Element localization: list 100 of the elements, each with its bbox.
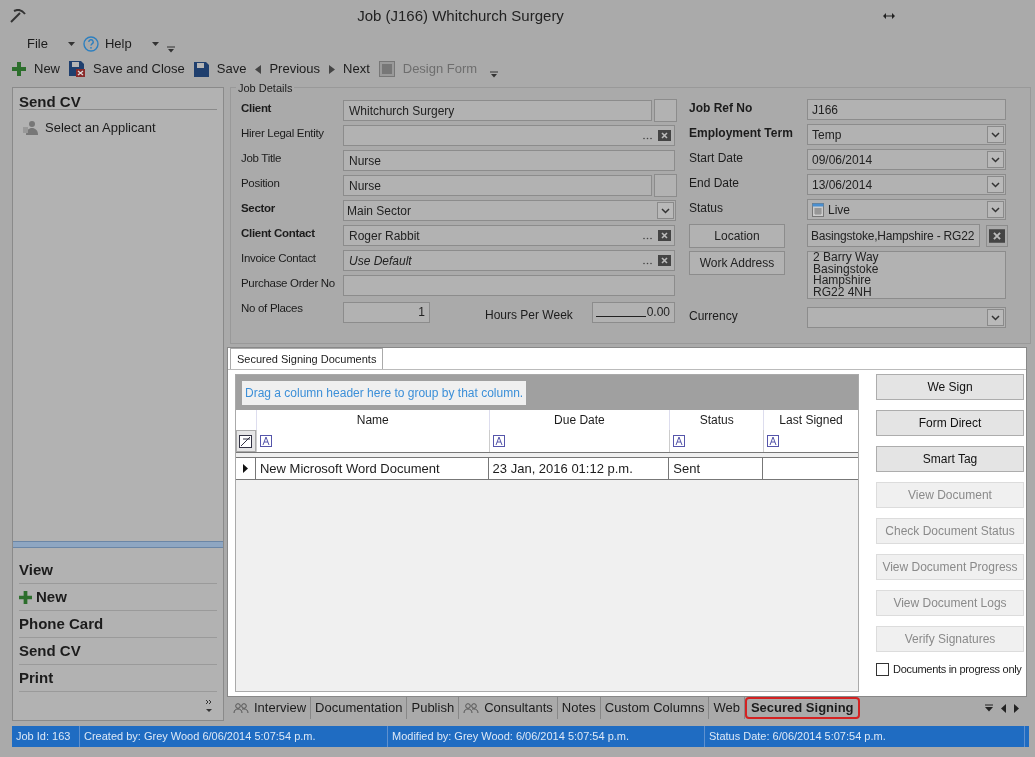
ellipsis-icon[interactable] [643, 261, 652, 265]
overflow-icon[interactable] [985, 704, 993, 712]
clear-icon[interactable] [658, 255, 671, 266]
chevron-down-icon [991, 131, 1000, 138]
lookup-field[interactable]: Roger Rabbit [343, 225, 675, 246]
toolbar-button[interactable]: Previous [255, 59, 320, 79]
save-close-icon [69, 61, 85, 77]
bottom-tab[interactable]: Custom Columns [600, 697, 710, 719]
plus-icon [12, 62, 26, 76]
action-button[interactable]: Smart Tag [876, 446, 1024, 472]
dropdown-field[interactable]: Temp [807, 124, 1006, 145]
panel-section[interactable]: View [19, 557, 217, 584]
bottom-tab[interactable]: Secured Signing [744, 697, 860, 719]
dropdown-field[interactable]: 13/06/2014 [807, 174, 1006, 195]
dropdown-button[interactable] [657, 202, 674, 219]
chevron-down-icon [991, 156, 1000, 163]
right-arrow-icon[interactable] [1014, 703, 1019, 713]
status-text: Job Id: 163 [12, 726, 80, 747]
window-title: Job (J166) Whitchurch Surgery [356, 5, 565, 26]
clear-icon[interactable] [989, 228, 1005, 243]
overflow-icon[interactable] [490, 70, 499, 78]
clear-icon[interactable] [658, 130, 671, 141]
panel-section[interactable]: Print [19, 665, 217, 692]
ellipsis-icon[interactable] [643, 136, 652, 140]
filter-icon[interactable] [492, 435, 505, 447]
text-field[interactable]: Whitchurch Surgery [343, 100, 652, 121]
filter-icon[interactable] [673, 435, 686, 447]
field-label: Position [241, 176, 281, 191]
field-label: Employment Term [689, 125, 794, 142]
caret-icon [151, 42, 159, 46]
action-button[interactable]: Form Direct [876, 410, 1024, 436]
toolbar-button[interactable]: Save [193, 59, 247, 79]
panel-section[interactable]: Send CV [19, 638, 217, 665]
field-label: Hirer Legal Entity [241, 126, 325, 141]
text-field[interactable]: J166 [807, 99, 1006, 120]
bottom-tab[interactable]: Notes [557, 697, 601, 719]
text-field[interactable]: Nurse [343, 175, 652, 196]
dropdown-field[interactable] [807, 307, 1006, 328]
field-label: Job Ref No [689, 100, 754, 117]
dropdown-field[interactable]: Live [807, 199, 1006, 220]
panel-tab[interactable]: Secured Signing Documents [230, 348, 384, 369]
lookup-field[interactable]: Use Default [343, 250, 675, 271]
people-icon [463, 702, 480, 714]
menu-item[interactable]: File [27, 34, 48, 54]
filter-icon[interactable] [259, 435, 272, 447]
field-label: Hours Per Week [485, 307, 574, 324]
text-field[interactable]: Basingstoke,Hampshire - RG22 [807, 224, 980, 247]
table-cell: New Microsoft Word Document [255, 458, 489, 479]
bottom-tab[interactable]: Web [709, 697, 745, 719]
bottom-tab[interactable]: Documentation [311, 697, 408, 719]
dropdown-button[interactable] [987, 309, 1004, 326]
table-cell: Sent [669, 458, 764, 479]
dropdown-button[interactable] [987, 126, 1004, 143]
text-field[interactable] [343, 275, 675, 296]
field-label: Client [241, 101, 273, 116]
menu-item[interactable]: Help [104, 34, 132, 54]
field-label: End Date [689, 175, 741, 192]
bottom-tab[interactable]: Publish [407, 697, 460, 719]
checkbox[interactable] [876, 662, 889, 676]
table-cell: 23 Jan, 2016 01:12 p.m. [488, 458, 670, 479]
status-text: Created by: Grey Wood 6/06/2014 5:07:54 p.m. [80, 726, 388, 747]
dropdown-button[interactable] [987, 201, 1004, 218]
panel-item[interactable]: Select an Applicant [19, 118, 217, 138]
save-icon [193, 61, 209, 77]
number-field[interactable]: 1 [343, 301, 430, 323]
panel-title: Send CV [19, 88, 217, 110]
plus-icon [19, 590, 32, 604]
filter-icon[interactable] [767, 435, 780, 447]
number-field[interactable]: 0.00 [592, 301, 675, 323]
resize-icon[interactable] [883, 12, 895, 20]
chevron-menu-icon[interactable] [205, 699, 213, 713]
text-field[interactable]: Nurse [343, 150, 675, 171]
overflow-icon[interactable] [166, 45, 175, 53]
bottom-tab[interactable]: Consultants [459, 697, 558, 719]
action-button[interactable]: We Sign [876, 374, 1024, 400]
ellipsis-icon[interactable] [643, 236, 652, 240]
panel-section[interactable]: New [19, 584, 217, 611]
caret-icon [67, 42, 75, 46]
toolbar-button[interactable]: Next [329, 59, 370, 79]
field-label: Job Title [241, 151, 283, 166]
toolbar-button[interactable]: Save and Close [69, 59, 185, 79]
panel-section[interactable]: Phone Card [19, 611, 217, 638]
lookup-field[interactable] [343, 125, 675, 146]
field-label: Purchase Order No [241, 276, 336, 291]
dropdown-button[interactable] [987, 151, 1004, 168]
address-field[interactable]: 2 Barry Way Basingstoke Hampshire RG22 4NH [807, 251, 1006, 299]
dropdown-field[interactable]: Main Sector [343, 200, 676, 221]
clear-icon[interactable] [658, 230, 671, 241]
dropdown-button[interactable] [987, 176, 1004, 193]
field-label: Status [689, 200, 725, 217]
left-arrow-icon[interactable] [1001, 703, 1006, 713]
bottom-tab[interactable]: Interview [229, 697, 312, 719]
dropdown-field[interactable]: 09/06/2014 [807, 149, 1006, 170]
help-icon [82, 36, 99, 52]
field-button[interactable]: Location [689, 224, 785, 248]
field-button[interactable]: Work Address [689, 251, 785, 275]
toolbar-button[interactable]: New [12, 59, 60, 79]
filter-clear-icon[interactable] [239, 434, 253, 448]
row-pointer-icon [243, 464, 248, 473]
status-text: Status Date: 6/06/2014 5:07:54 p.m. [705, 726, 1025, 747]
